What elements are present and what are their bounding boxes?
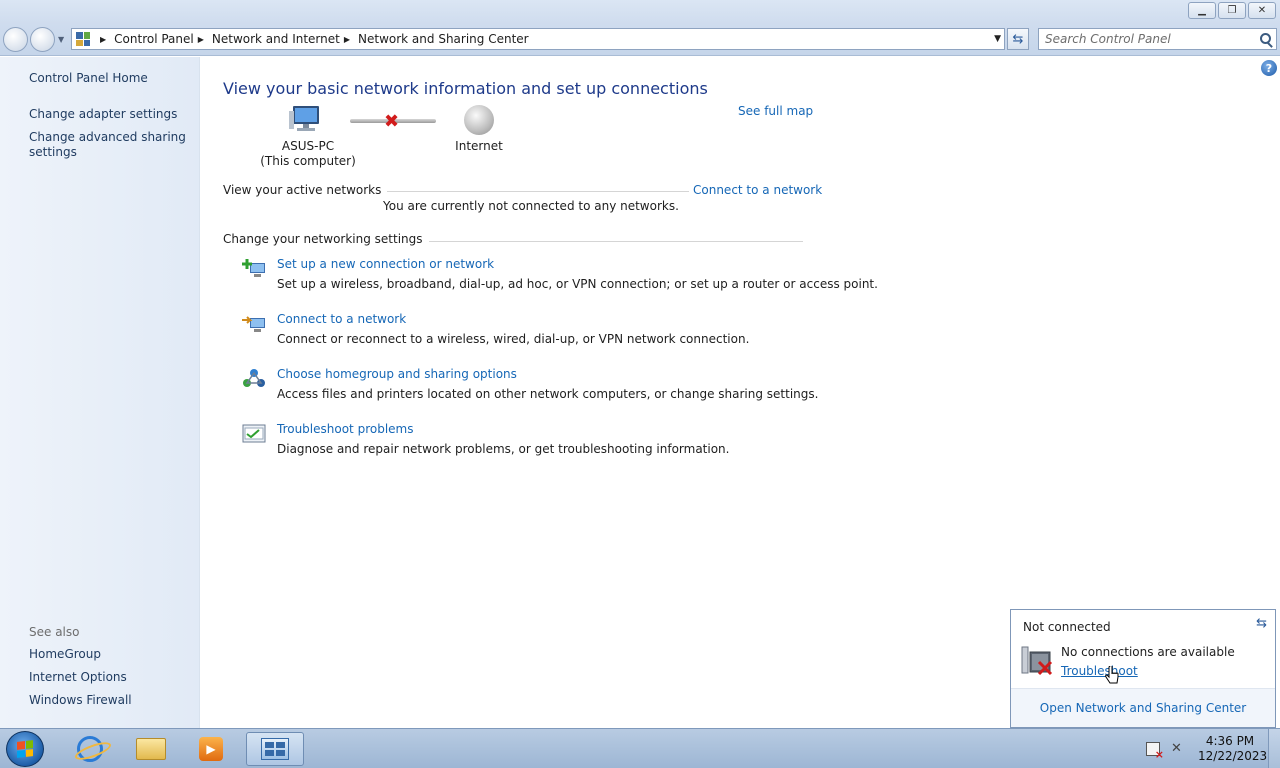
address-bar[interactable]: ▶ Control Panel ▶ Network and Internet ▶… <box>71 28 1005 50</box>
connect-network-desc: Connect or reconnect to a wireless, wire… <box>277 332 750 346</box>
flyout-refresh-icon[interactable]: ⇆ <box>1256 616 1267 631</box>
troubleshoot-link[interactable]: Troubleshoot problems <box>277 422 413 436</box>
sidebar-item-change-adapter-settings[interactable]: Change adapter settings <box>29 107 189 122</box>
clock-date: 12/22/2023 <box>1198 749 1268 763</box>
setup-connection-link[interactable]: Set up a new connection or network <box>277 257 494 271</box>
section-divider <box>361 191 691 192</box>
task-connect-network: Connect to a network Connect or reconnec… <box>241 312 841 354</box>
search-box <box>1038 28 1277 50</box>
no-connection-icon <box>1021 646 1053 676</box>
taskbar-control-panel[interactable] <box>246 732 304 766</box>
sidebar-item-windows-firewall[interactable]: Windows Firewall <box>29 693 189 708</box>
folder-icon <box>136 738 166 760</box>
homegroup-link[interactable]: Choose homegroup and sharing options <box>277 367 517 381</box>
network-tray-icon[interactable]: ✕ <box>1171 741 1187 757</box>
networking-settings-title: Change your networking settings <box>223 232 429 246</box>
network-status-text: You are currently not connected to any n… <box>383 199 679 213</box>
internet-explorer-icon <box>77 736 103 762</box>
computer-icon[interactable] <box>289 105 323 133</box>
start-button[interactable] <box>6 731 44 767</box>
homegroup-icon <box>243 369 265 387</box>
setup-connection-desc: Set up a wireless, broadband, dial-up, a… <box>277 277 878 291</box>
computer-label: ASUS-PC (This computer) <box>251 139 365 169</box>
connect-network-link[interactable]: Connect to a network <box>277 312 406 326</box>
see-full-map-link[interactable]: See full map <box>738 104 813 118</box>
task-setup-connection: Set up a new connection or network Set u… <box>241 257 878 299</box>
sidebar-item-homegroup[interactable]: HomeGroup <box>29 647 189 662</box>
flyout-troubleshoot-link[interactable]: Troubleshoot <box>1061 664 1138 678</box>
clock-time: 4:36 PM <box>1205 734 1255 748</box>
section-divider <box>391 241 803 242</box>
action-center-flag-icon[interactable] <box>1146 742 1164 761</box>
breadcrumb-control-panel[interactable]: Control Panel <box>114 32 194 46</box>
forward-button[interactable] <box>30 27 55 52</box>
restore-button[interactable]: ❐ <box>1218 2 1246 19</box>
flyout-footer: Open Network and Sharing Center <box>1011 688 1275 727</box>
flyout-title: Not connected <box>1023 620 1111 634</box>
breadcrumb-network-and-internet[interactable]: Network and Internet <box>212 32 340 46</box>
help-icon[interactable]: ? <box>1261 60 1277 76</box>
taskbar-internet-explorer[interactable] <box>61 732 119 766</box>
task-homegroup: Choose homegroup and sharing options Acc… <box>241 367 841 409</box>
see-also-heading: See also <box>29 625 80 639</box>
clock[interactable]: 4:36 PM 12/22/2023 <box>1198 734 1268 764</box>
search-input[interactable] <box>1039 29 1249 49</box>
taskbar: ▶ ✕ 4:36 PM 12/22/2023 <box>0 728 1280 768</box>
refresh-icon: ⇆ <box>1012 31 1024 47</box>
sidebar-item-internet-options[interactable]: Internet Options <box>29 670 189 685</box>
troubleshoot-desc: Diagnose and repair network problems, or… <box>277 442 730 456</box>
restore-icon: ❐ <box>1227 5 1237 16</box>
recent-pages-dropdown-icon[interactable]: ▼ <box>58 35 64 44</box>
network-flyout: Not connected ⇆ No connections are avail… <box>1010 609 1276 728</box>
back-button[interactable] <box>3 27 28 52</box>
connect-to-network-link[interactable]: Connect to a network <box>689 183 823 197</box>
minimize-button[interactable]: ▁ <box>1188 2 1216 19</box>
new-connection-icon <box>242 259 265 277</box>
search-icon[interactable] <box>1260 33 1271 44</box>
homegroup-desc: Access files and printers located on oth… <box>277 387 819 401</box>
show-desktop-button[interactable] <box>1268 729 1280 768</box>
close-icon: ✕ <box>1257 5 1267 16</box>
breadcrumb-arrow-icon[interactable]: ▶ <box>198 35 204 44</box>
taskbar-media-player[interactable]: ▶ <box>182 732 240 766</box>
open-network-center-link[interactable]: Open Network and Sharing Center <box>1040 701 1246 715</box>
computer-name: ASUS-PC <box>281 139 335 153</box>
troubleshoot-icon <box>242 424 266 443</box>
sidebar: Control Panel Home Change adapter settin… <box>0 57 200 728</box>
breadcrumb-arrow-icon[interactable]: ▶ <box>100 35 106 44</box>
address-dropdown-icon[interactable]: ▼ <box>994 34 1001 44</box>
sidebar-item-control-panel-home[interactable]: Control Panel Home <box>29 71 189 86</box>
page-title: View your basic network information and … <box>223 79 708 98</box>
internet-globe-icon[interactable] <box>464 105 494 135</box>
hand-cursor-icon <box>1105 666 1119 684</box>
breadcrumb-network-and-sharing-center[interactable]: Network and Sharing Center <box>358 32 529 46</box>
flyout-message: No connections are available <box>1061 645 1235 659</box>
internet-label: Internet <box>455 139 503 153</box>
task-troubleshoot: Troubleshoot problems Diagnose and repai… <box>241 422 841 464</box>
breadcrumb-arrow-icon[interactable]: ▶ <box>344 35 350 44</box>
control-panel-window-icon <box>261 738 289 760</box>
disconnected-x-icon[interactable]: ✖ <box>384 111 399 132</box>
close-button[interactable]: ✕ <box>1248 2 1276 19</box>
connect-network-icon <box>242 316 265 332</box>
active-networks-title: View your active networks <box>223 183 388 197</box>
windows-logo-icon <box>17 740 33 758</box>
computer-sub-label: (This computer) <box>260 154 356 168</box>
media-player-icon: ▶ <box>199 737 223 761</box>
navigation-bar: ▼ ▶ Control Panel ▶ Network and Internet… <box>0 24 1280 56</box>
minimize-icon: ▁ <box>1198 5 1206 16</box>
sidebar-item-change-advanced-sharing-settings[interactable]: Change advanced sharing settings <box>29 130 189 160</box>
window-controls: ▁ ❐ ✕ <box>1188 2 1276 19</box>
title-bar: ▁ ❐ ✕ <box>0 0 1280 24</box>
refresh-button[interactable]: ⇆ <box>1007 28 1029 50</box>
taskbar-file-explorer[interactable] <box>122 732 180 766</box>
control-panel-icon <box>76 32 90 46</box>
